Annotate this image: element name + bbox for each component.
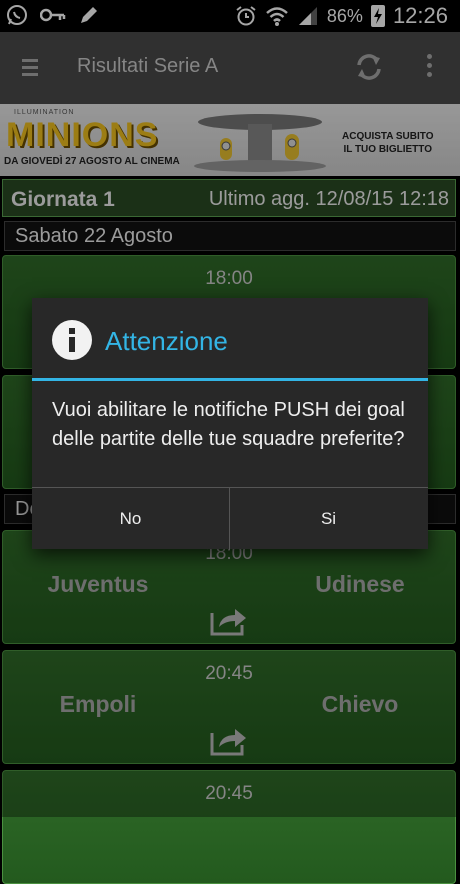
yes-button[interactable]: Si <box>230 488 427 550</box>
push-notification-dialog: Attenzione Vuoi abilitare le notifiche P… <box>32 298 428 550</box>
no-button[interactable]: No <box>32 488 230 550</box>
dialog-buttons: No Si <box>32 487 428 550</box>
info-icon <box>52 320 92 360</box>
dialog-header: Attenzione <box>32 298 428 380</box>
dialog-message: Vuoi abilitare le notifiche PUSH dei goa… <box>52 399 405 450</box>
dialog-divider <box>32 378 428 381</box>
dialog-title: Attenzione <box>105 326 228 356</box>
